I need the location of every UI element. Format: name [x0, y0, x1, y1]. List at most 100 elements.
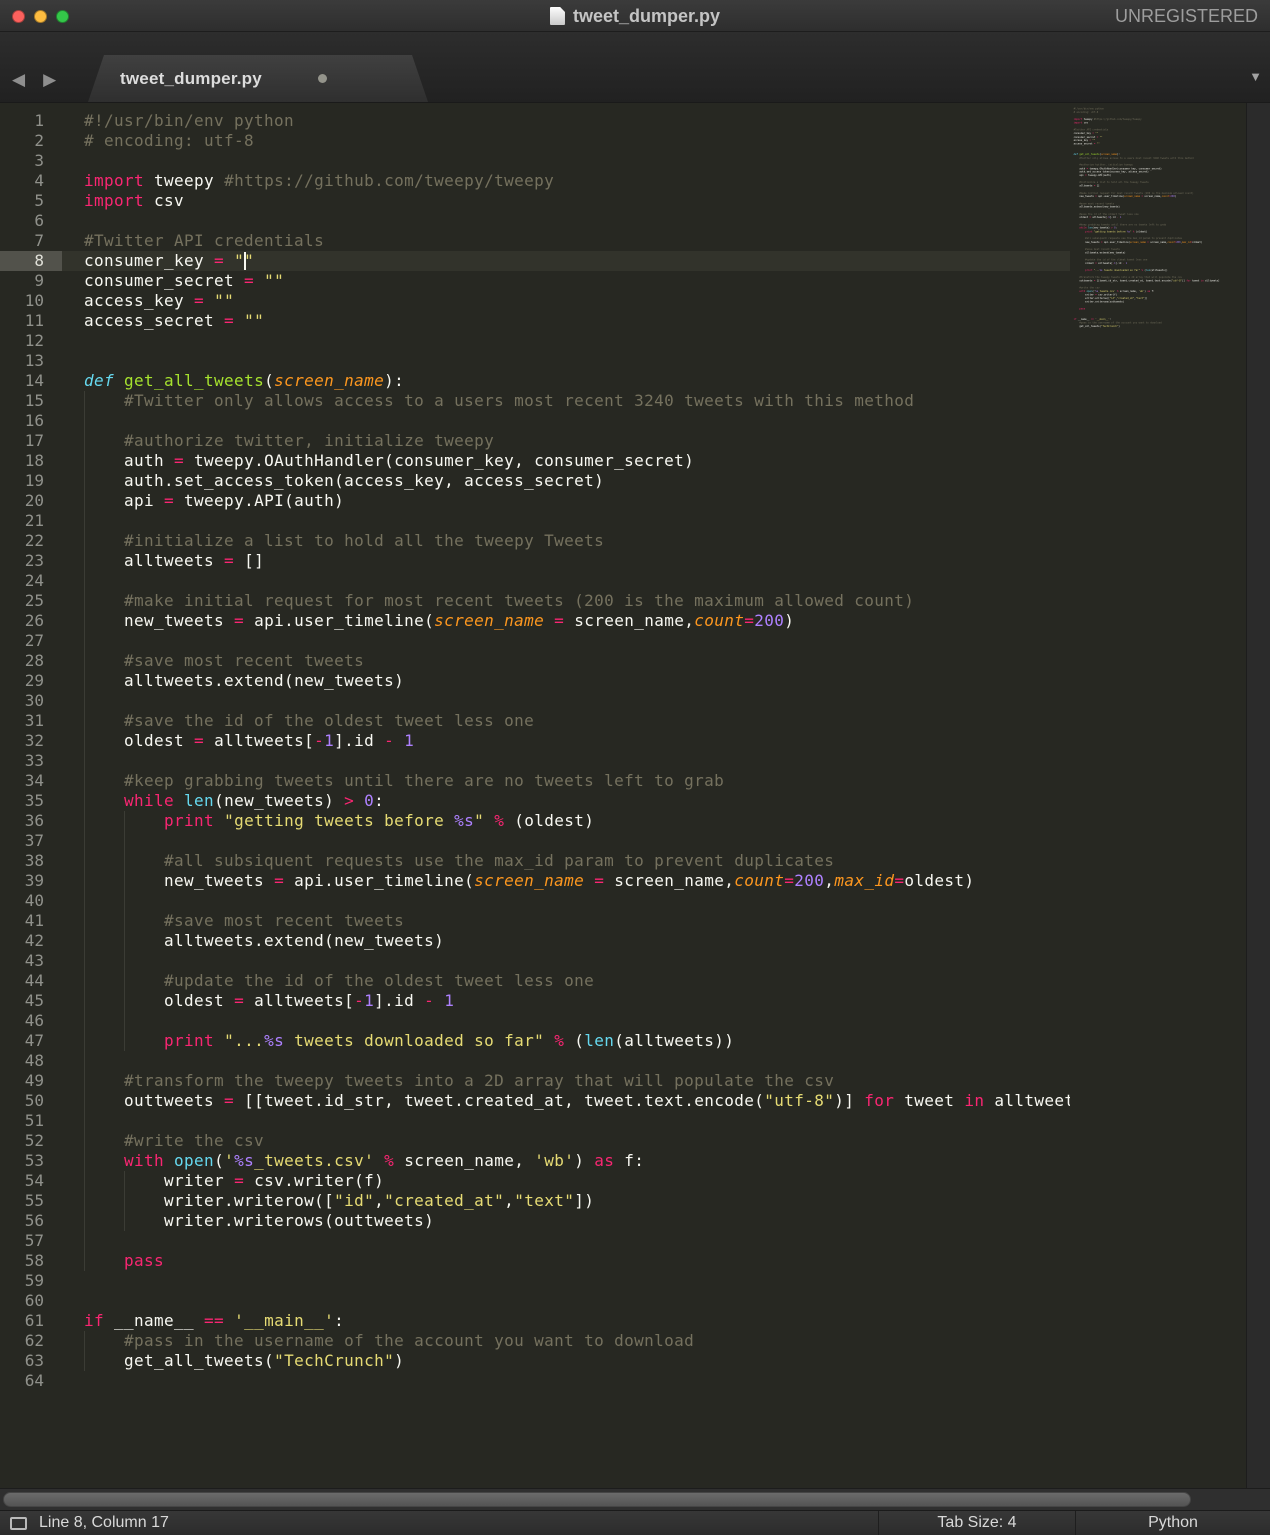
code-line[interactable]: #write the csv [62, 1131, 1070, 1151]
line-number[interactable]: 55 [0, 1191, 62, 1211]
code-line[interactable] [62, 151, 1070, 171]
code-line[interactable] [62, 1371, 1070, 1391]
line-number[interactable]: 38 [0, 851, 62, 871]
line-number[interactable]: 46 [0, 1011, 62, 1031]
code-line[interactable]: #Twitter API credentials [62, 231, 1070, 251]
code-line[interactable]: consumer_key = "" [62, 251, 1070, 271]
line-number[interactable]: 31 [0, 711, 62, 731]
code-line[interactable] [62, 831, 1070, 851]
tab-size-indicator[interactable]: Tab Size: 4 [878, 1511, 1075, 1535]
code-line[interactable]: #transform the tweepy tweets into a 2D a… [62, 1071, 1070, 1091]
code-line[interactable] [62, 631, 1070, 651]
tab-tweet-dumper[interactable]: tweet_dumper.py [88, 55, 428, 102]
line-number[interactable]: 10 [0, 291, 62, 311]
line-number[interactable]: 39 [0, 871, 62, 891]
code-line[interactable] [62, 691, 1070, 711]
code-line[interactable]: writer.writerow(["id","created_at","text… [62, 1191, 1070, 1211]
code-line[interactable] [62, 1111, 1070, 1131]
line-number[interactable]: 47 [0, 1031, 62, 1051]
line-number[interactable]: 5 [0, 191, 62, 211]
code-line[interactable]: #Twitter only allows access to a users m… [62, 391, 1070, 411]
line-number[interactable]: 51 [0, 1111, 62, 1131]
code-line[interactable]: #authorize twitter, initialize tweepy [62, 431, 1070, 451]
line-number[interactable]: 15 [0, 391, 62, 411]
code-line[interactable]: new_tweets = api.user_timeline(screen_na… [62, 611, 1070, 631]
line-number[interactable]: 49 [0, 1071, 62, 1091]
line-number[interactable]: 2 [0, 131, 62, 151]
code-line[interactable] [62, 211, 1070, 231]
code-line[interactable]: #pass in the username of the account you… [62, 1331, 1070, 1351]
minimize-button[interactable] [34, 9, 47, 23]
line-number[interactable]: 29 [0, 671, 62, 691]
line-number[interactable]: 60 [0, 1291, 62, 1311]
code-line[interactable] [62, 951, 1070, 971]
code-line[interactable]: auth = tweepy.OAuthHandler(consumer_key,… [62, 451, 1070, 471]
code-line[interactable]: #all subsiquent requests use the max_id … [62, 851, 1070, 871]
line-number[interactable]: 35 [0, 791, 62, 811]
line-number[interactable]: 14 [0, 371, 62, 391]
line-number[interactable]: 30 [0, 691, 62, 711]
line-number[interactable]: 20 [0, 491, 62, 511]
code-line[interactable]: def get_all_tweets(screen_name): [62, 371, 1070, 391]
tab-overflow-icon[interactable]: ▼ [1249, 69, 1262, 84]
line-number[interactable]: 4 [0, 171, 62, 191]
code-line[interactable]: alltweets.extend(new_tweets) [62, 931, 1070, 951]
syntax-indicator[interactable]: Python [1075, 1511, 1270, 1535]
code-line[interactable]: import csv [62, 191, 1070, 211]
close-button[interactable] [12, 9, 25, 23]
code-line[interactable]: auth.set_access_token(access_key, access… [62, 471, 1070, 491]
code-line[interactable] [62, 571, 1070, 591]
horizontal-scrollbar-thumb[interactable] [3, 1492, 1191, 1507]
line-number[interactable]: 7 [0, 231, 62, 251]
line-number[interactable]: 54 [0, 1171, 62, 1191]
line-number[interactable]: 63 [0, 1351, 62, 1371]
horizontal-scrollbar[interactable] [0, 1488, 1270, 1510]
line-number[interactable]: 41 [0, 911, 62, 931]
code-line[interactable]: with open('%s_tweets.csv' % screen_name,… [62, 1151, 1070, 1171]
line-number[interactable]: 50 [0, 1091, 62, 1111]
code-line[interactable] [62, 511, 1070, 531]
code-line[interactable]: access_secret = "" [62, 311, 1070, 331]
code-line[interactable] [62, 1271, 1070, 1291]
line-number[interactable]: 59 [0, 1271, 62, 1291]
line-number[interactable]: 11 [0, 311, 62, 331]
code-line[interactable]: access_key = "" [62, 291, 1070, 311]
back-icon[interactable]: ◀ [12, 71, 25, 88]
code-line[interactable]: if __name__ == '__main__': [62, 1311, 1070, 1331]
code-line[interactable]: writer.writerows(outtweets) [62, 1211, 1070, 1231]
code-line[interactable]: #save the id of the oldest tweet less on… [62, 711, 1070, 731]
line-number[interactable]: 37 [0, 831, 62, 851]
line-number[interactable]: 32 [0, 731, 62, 751]
line-number[interactable]: 64 [0, 1371, 62, 1391]
code-line[interactable]: api = tweepy.API(auth) [62, 491, 1070, 511]
line-number[interactable]: 26 [0, 611, 62, 631]
line-number[interactable]: 28 [0, 651, 62, 671]
line-number[interactable]: 40 [0, 891, 62, 911]
line-number[interactable]: 42 [0, 931, 62, 951]
line-number[interactable]: 36 [0, 811, 62, 831]
line-number[interactable]: 23 [0, 551, 62, 571]
code-line[interactable]: print "getting tweets before %s" % (olde… [62, 811, 1070, 831]
code-line[interactable]: #keep grabbing tweets until there are no… [62, 771, 1070, 791]
code-line[interactable]: #!/usr/bin/env python [62, 111, 1070, 131]
code-line[interactable]: alltweets = [] [62, 551, 1070, 571]
code-line[interactable]: print "...%s tweets downloaded so far" %… [62, 1031, 1070, 1051]
line-number[interactable]: 43 [0, 951, 62, 971]
line-number[interactable]: 24 [0, 571, 62, 591]
line-number[interactable]: 27 [0, 631, 62, 651]
code-line[interactable]: oldest = alltweets[-1].id - 1 [62, 731, 1070, 751]
code-line[interactable]: writer = csv.writer(f) [62, 1171, 1070, 1191]
forward-icon[interactable]: ▶ [43, 71, 56, 88]
code-line[interactable] [62, 351, 1070, 371]
line-number[interactable]: 9 [0, 271, 62, 291]
line-number[interactable]: 18 [0, 451, 62, 471]
code-line[interactable]: while len(new_tweets) > 0: [62, 791, 1070, 811]
code-line[interactable]: get_all_tweets("TechCrunch") [62, 1351, 1070, 1371]
line-number[interactable]: 16 [0, 411, 62, 431]
code-line[interactable]: oldest = alltweets[-1].id - 1 [62, 991, 1070, 1011]
line-number[interactable]: 25 [0, 591, 62, 611]
line-number[interactable]: 61 [0, 1311, 62, 1331]
line-number[interactable]: 34 [0, 771, 62, 791]
minimap[interactable]: #!/usr/bin/env python # encoding: utf-8 im… [1070, 103, 1246, 1488]
code-line[interactable]: new_tweets = api.user_timeline(screen_na… [62, 871, 1070, 891]
